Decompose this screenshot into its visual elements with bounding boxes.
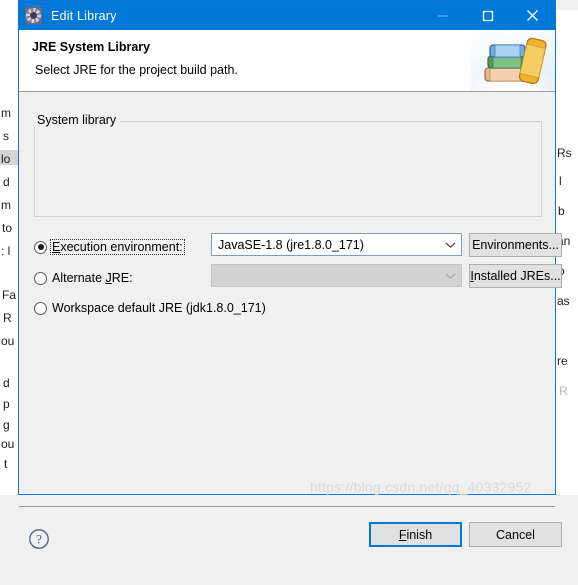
dialog-body: System library EExecution environment:xe… bbox=[19, 92, 562, 585]
environments-button-label: Environments... bbox=[472, 238, 559, 252]
background-fragment: m bbox=[1, 198, 11, 212]
background-fragment: g bbox=[3, 418, 10, 432]
background-fragment: lo bbox=[1, 152, 11, 166]
background-fragment: to bbox=[2, 221, 13, 235]
background-fragment: l bbox=[559, 174, 562, 188]
dialog-header: JRE System Library Select JRE for the pr… bbox=[19, 30, 555, 92]
background-fragment: ou bbox=[1, 334, 15, 348]
minimize-icon[interactable] bbox=[420, 1, 465, 30]
radio-alternate-jre[interactable]: Alternate JRE:Alternate JRE: bbox=[34, 268, 135, 288]
chevron-down-icon[interactable] bbox=[439, 241, 461, 249]
background-fragment: Fa bbox=[2, 288, 17, 302]
background-fragment: Rs bbox=[557, 146, 572, 160]
background-fragment: t bbox=[4, 457, 8, 471]
installed-jres-button-label: Installed JREs...Installed JREs... bbox=[470, 269, 561, 283]
footer-separator bbox=[19, 506, 555, 507]
background-fragment: p bbox=[3, 397, 10, 411]
radio-label-alternate-jre: Alternate JRE:Alternate JRE: bbox=[52, 271, 133, 285]
window-controls bbox=[420, 1, 555, 30]
chevron-down-icon bbox=[439, 272, 461, 280]
watermark-text: https://blog.csdn.net/qq_40332952 bbox=[310, 479, 532, 495]
execution-environment-value: JavaSE-1.8 (jre1.8.0_171) bbox=[218, 237, 364, 252]
alternate-jre-combobox bbox=[211, 264, 462, 287]
radio-button-icon bbox=[34, 240, 47, 254]
radio-label-workspace-default-jre: Workspace default JRE (jdk1.8.0_171) bbox=[52, 301, 266, 315]
background-fragment: d bbox=[3, 175, 10, 189]
maximize-icon[interactable] bbox=[465, 1, 510, 30]
background-fragment: : l bbox=[1, 244, 11, 258]
background-fragment: R bbox=[559, 384, 568, 398]
page-subtitle: Select JRE for the project build path. bbox=[35, 63, 238, 77]
workspace-default-jre-row: Workspace default JRE (jdk1.8.0_171) bbox=[34, 296, 268, 320]
svg-text:?: ? bbox=[36, 531, 42, 546]
background-fragment: s bbox=[3, 129, 9, 143]
alternate-jre-row: Alternate JRE:Alternate JRE: bbox=[34, 266, 135, 290]
finish-button-label: FinishFinish bbox=[398, 527, 433, 542]
radio-button-icon bbox=[34, 301, 47, 315]
background-text-left: m s lo d m to : l Fa R ou d p g ou t bbox=[0, 0, 18, 509]
close-icon[interactable] bbox=[510, 1, 555, 30]
page-title: JRE System Library bbox=[32, 40, 151, 54]
cancel-button-label: Cancel bbox=[496, 527, 535, 542]
radio-workspace-default-jre[interactable]: Workspace default JRE (jdk1.8.0_171) bbox=[34, 298, 268, 318]
edit-library-dialog: Edit Library JRE System Library Select J… bbox=[18, 0, 562, 549]
execution-environment-row: EExecution environment:xecution environm… bbox=[34, 235, 185, 259]
background-fragment: b bbox=[558, 204, 565, 218]
radio-execution-environment[interactable]: EExecution environment:xecution environm… bbox=[34, 237, 185, 257]
background-fragment: re bbox=[557, 354, 568, 368]
background-fragment: as bbox=[557, 294, 570, 308]
background-fragment: d bbox=[3, 376, 10, 390]
system-library-group bbox=[34, 121, 542, 217]
system-library-group-label: System library bbox=[33, 113, 121, 127]
gear-icon bbox=[25, 7, 42, 24]
radio-label-execution-environment: EExecution environment:xecution environm… bbox=[50, 239, 185, 255]
help-circle-icon[interactable]: ? bbox=[23, 523, 55, 555]
books-icon bbox=[461, 30, 555, 91]
execution-environment-combobox[interactable]: JavaSE-1.8 (jre1.8.0_171) bbox=[211, 233, 462, 256]
window-title: Edit Library bbox=[51, 8, 117, 23]
background-fragment: ou bbox=[1, 437, 15, 451]
finish-button[interactable]: FinishFinish bbox=[369, 522, 462, 547]
radio-button-icon bbox=[34, 271, 47, 285]
dialog-titlebar[interactable]: Edit Library bbox=[19, 1, 555, 30]
environments-button[interactable]: Environments... bbox=[469, 233, 562, 257]
installed-jres-button[interactable]: Installed JREs...Installed JREs... bbox=[469, 264, 562, 288]
background-fragment: m bbox=[1, 106, 11, 120]
background-fragment: R bbox=[3, 311, 12, 325]
cancel-button[interactable]: Cancel bbox=[469, 522, 562, 547]
